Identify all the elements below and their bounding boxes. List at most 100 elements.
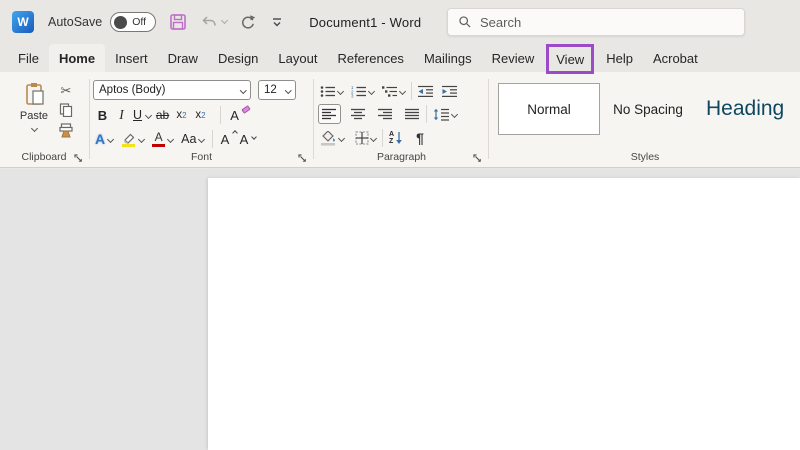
font-row-separator — [212, 130, 214, 148]
borders-icon — [355, 131, 369, 145]
styles-group-label: Styles — [630, 151, 660, 163]
grow-font-button[interactable]: A — [217, 129, 239, 149]
font-group-label: Font — [190, 151, 212, 163]
shrink-font-button[interactable]: A — [236, 129, 258, 149]
text-effects-button[interactable]: A — [93, 129, 115, 149]
show-hide-marks-button[interactable]: ¶ — [414, 128, 426, 148]
toggle-knob-icon — [114, 15, 128, 29]
borders-button[interactable] — [353, 128, 378, 148]
highlighter-icon — [121, 132, 136, 147]
change-case-button[interactable]: Aa — [179, 129, 206, 149]
format-painter-button[interactable] — [58, 123, 74, 138]
font-name-combobox[interactable]: Aptos (Body) — [93, 80, 251, 100]
search-input[interactable] — [480, 14, 710, 30]
tab-file[interactable]: File — [8, 44, 49, 72]
superscript-button[interactable]: x2 — [191, 105, 210, 125]
grow-font-glyph: A — [220, 131, 230, 147]
multilevel-chevron-icon — [398, 87, 407, 95]
clear-formatting-button[interactable]: A — [225, 105, 251, 125]
paragraph-dialog-launcher[interactable] — [473, 154, 482, 163]
sort-button[interactable]: A Z — [387, 128, 405, 148]
cut-button[interactable]: ✂ — [61, 84, 72, 97]
tab-view[interactable]: View — [549, 47, 591, 71]
tab-references[interactable]: References — [327, 44, 413, 72]
paragraph-group: 1 2 3 A Z ¶ Paragraph — [316, 72, 487, 168]
align-center-button[interactable] — [349, 104, 368, 124]
underline-button[interactable]: U — [131, 105, 153, 125]
copy-button[interactable] — [59, 103, 73, 117]
undo-icon — [202, 16, 216, 26]
paste-button[interactable]: Paste — [12, 81, 56, 133]
increase-indent-icon — [442, 85, 457, 97]
tab-review[interactable]: Review — [482, 44, 545, 72]
font-size-value: 12 — [264, 84, 277, 96]
underline-glyph: U — [133, 108, 143, 122]
sort-az-icon: A Z — [389, 131, 394, 146]
numbering-button[interactable]: 1 2 3 — [349, 81, 376, 101]
bold-button[interactable]: B — [93, 105, 112, 125]
quick-access-overflow-button[interactable] — [269, 14, 285, 30]
tab-draw[interactable]: Draw — [158, 44, 208, 72]
paste-clipboard-icon — [25, 83, 44, 105]
font-name-chevron-icon — [239, 86, 246, 94]
line-spacing-button[interactable] — [431, 104, 459, 124]
paragraph-group-label: Paragraph — [376, 151, 427, 163]
paragraph-row-separator — [382, 129, 383, 147]
tab-insert[interactable]: Insert — [105, 44, 158, 72]
justify-icon — [405, 108, 419, 120]
font-color-chevron-icon — [167, 135, 175, 143]
tab-acrobat[interactable]: Acrobat — [643, 44, 708, 72]
paste-label: Paste — [19, 110, 49, 122]
style-normal[interactable]: Normal — [498, 83, 600, 135]
title-bar: W AutoSave Off Document1 - Word — [0, 0, 800, 44]
font-dialog-launcher[interactable] — [298, 154, 307, 163]
shading-bucket-icon — [321, 130, 335, 146]
line-spacing-chevron-icon — [450, 110, 459, 118]
tab-layout[interactable]: Layout — [268, 44, 327, 72]
tab-help[interactable]: Help — [596, 44, 643, 72]
increase-indent-button[interactable] — [440, 81, 460, 101]
style-no-spacing[interactable]: No Spacing — [600, 102, 696, 117]
font-color-glyph: A — [154, 130, 163, 144]
ribbon: Paste ✂ Clipboard Aptos (Body) 12 B I U … — [0, 72, 800, 168]
search-box[interactable] — [447, 8, 745, 36]
strikethrough-button[interactable]: ab — [153, 105, 172, 125]
search-icon — [459, 16, 471, 28]
save-button[interactable] — [168, 12, 188, 32]
align-right-icon — [378, 108, 392, 120]
redo-button[interactable] — [239, 13, 257, 31]
clipboard-dialog-launcher[interactable] — [74, 154, 83, 163]
font-size-combobox[interactable]: 12 — [258, 80, 296, 100]
bullets-button[interactable] — [318, 81, 345, 101]
numbering-icon: 1 2 3 — [351, 85, 366, 98]
subscript-button[interactable]: x2 — [172, 105, 191, 125]
decrease-indent-button[interactable] — [416, 81, 436, 101]
tab-home[interactable]: Home — [48, 44, 106, 72]
shrink-chevron-icon — [251, 134, 258, 140]
undo-button[interactable] — [200, 13, 229, 31]
dialog-launcher-icon — [74, 154, 82, 162]
align-center-icon — [351, 108, 365, 120]
undo-chevron-icon — [221, 16, 229, 25]
shading-button[interactable] — [318, 128, 346, 148]
change-case-glyph: Aa — [181, 132, 197, 146]
tab-mailings[interactable]: Mailings — [414, 44, 482, 72]
multilevel-list-button[interactable] — [380, 81, 407, 101]
font-color-icon: A — [152, 130, 166, 147]
autosave-toggle[interactable]: Off — [110, 12, 157, 32]
font-color-button[interactable]: A — [150, 129, 175, 149]
decrease-indent-icon — [418, 85, 433, 97]
text-highlight-button[interactable] — [119, 129, 146, 149]
align-right-button[interactable] — [376, 104, 395, 124]
italic-button[interactable]: I — [112, 105, 131, 125]
justify-button[interactable] — [403, 104, 422, 124]
styles-gallery: Normal No Spacing Heading — [498, 82, 800, 136]
word-app-icon[interactable]: W — [12, 11, 34, 33]
tab-design[interactable]: Design — [208, 44, 268, 72]
document-page[interactable] — [208, 178, 800, 450]
paste-chevron-icon — [30, 124, 38, 133]
align-left-button[interactable] — [318, 104, 341, 124]
group-separator — [488, 79, 489, 159]
style-heading[interactable]: Heading — [706, 97, 784, 121]
multilevel-list-icon — [382, 85, 397, 97]
